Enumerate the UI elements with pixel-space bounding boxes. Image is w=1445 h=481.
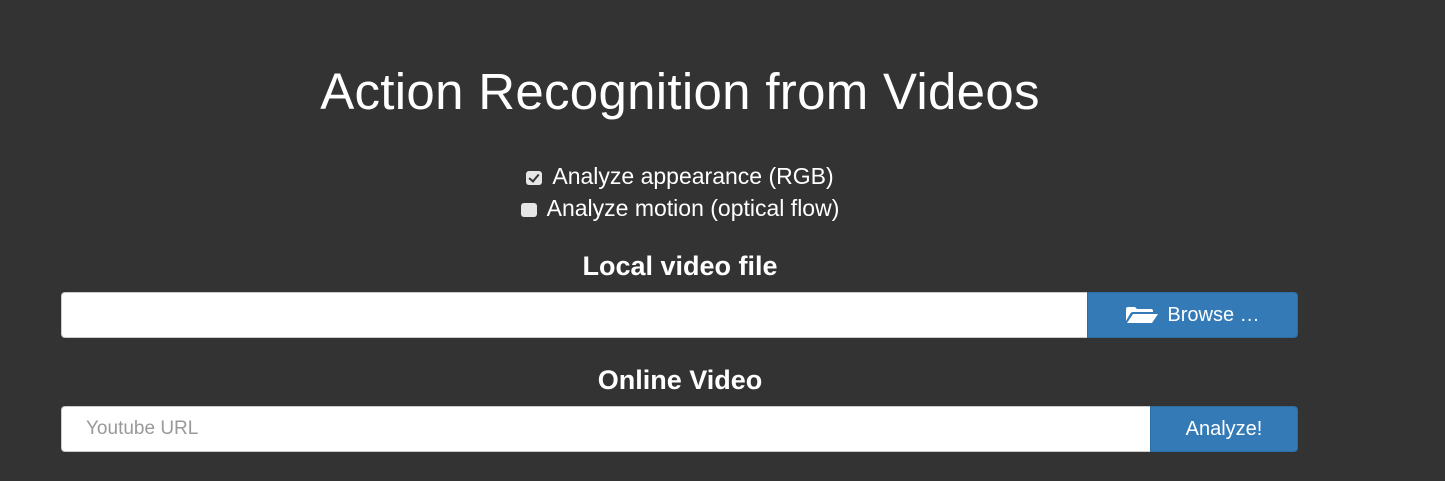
analyze-label: Analyze!	[1185, 417, 1263, 440]
analyze-button[interactable]: Analyze!	[1150, 406, 1298, 452]
online-video-input-group: Analyze!	[61, 406, 1298, 452]
rgb-label: Analyze appearance (RGB)	[552, 163, 834, 189]
browse-button[interactable]: Browse …	[1087, 292, 1298, 338]
folder-open-icon	[1126, 307, 1159, 323]
rgb-checkbox[interactable]	[526, 171, 543, 185]
youtube-url-input[interactable]	[61, 406, 1150, 452]
local-file-path-field[interactable]	[61, 292, 1087, 338]
page: Action Recognition from Videos Analyze a…	[0, 0, 1445, 481]
local-video-heading: Local video file	[582, 251, 778, 281]
option-rgb[interactable]: Analyze appearance (RGB)	[0, 160, 1360, 192]
analysis-options: Analyze appearance (RGB) Analyze motion …	[0, 160, 1360, 224]
option-optical-flow[interactable]: Analyze motion (optical flow)	[0, 192, 1360, 224]
optical-flow-label: Analyze motion (optical flow)	[546, 195, 840, 221]
online-video-heading: Online Video	[597, 365, 763, 395]
browse-label: Browse …	[1167, 303, 1260, 326]
page-title: Action Recognition from Videos	[320, 63, 1040, 120]
optical-flow-checkbox[interactable]	[520, 203, 537, 217]
local-video-input-group: Browse …	[61, 292, 1298, 338]
